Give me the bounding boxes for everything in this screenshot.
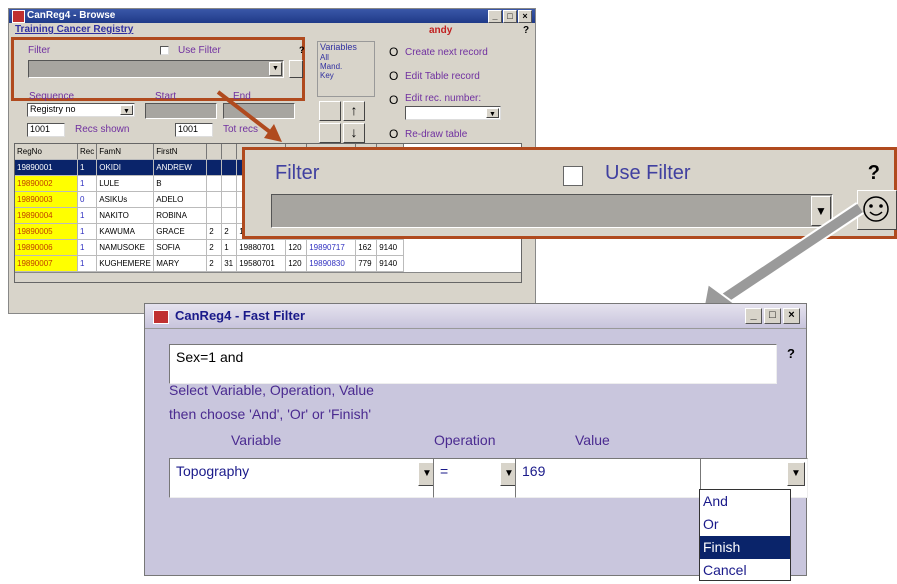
value-input[interactable]: 169 — [515, 458, 703, 498]
maximize-button[interactable]: □ — [764, 308, 781, 324]
variable-label: Variable — [231, 432, 282, 448]
operation-label: Operation — [434, 432, 496, 448]
canreg-app-icon — [153, 310, 169, 324]
fast-filter-title-bar[interactable]: CanReg4 - Fast Filter _ □ × — [145, 304, 806, 329]
close-button[interactable]: × — [783, 308, 800, 324]
instruction-line-1: Select Variable, Operation, Value — [169, 382, 374, 398]
chevron-down-icon[interactable]: ▼ — [787, 462, 805, 486]
fast-filter-help-button[interactable]: ? — [787, 346, 795, 361]
connector-options-list: And Or Finish Cancel — [699, 489, 791, 581]
option-cancel[interactable]: Cancel — [700, 559, 790, 582]
variable-value: Topography — [176, 463, 250, 479]
option-or[interactable]: Or — [700, 513, 790, 536]
value-label: Value — [575, 432, 610, 448]
fast-filter-title: CanReg4 - Fast Filter — [175, 308, 306, 323]
variable-select[interactable]: Topography ▼ — [169, 458, 439, 498]
instruction-line-2: then choose 'And', 'Or' or 'Finish' — [169, 406, 372, 422]
operation-value: = — [440, 463, 449, 479]
arrow-to-zoom — [216, 90, 282, 142]
operation-select[interactable]: = ▼ — [433, 458, 521, 498]
arrow-to-dialog — [700, 202, 864, 318]
minimize-button[interactable]: _ — [745, 308, 762, 324]
option-and[interactable]: And — [700, 490, 790, 513]
option-finish[interactable]: Finish — [700, 536, 790, 559]
filter-expression-field[interactable]: Sex=1 and — [169, 344, 777, 384]
